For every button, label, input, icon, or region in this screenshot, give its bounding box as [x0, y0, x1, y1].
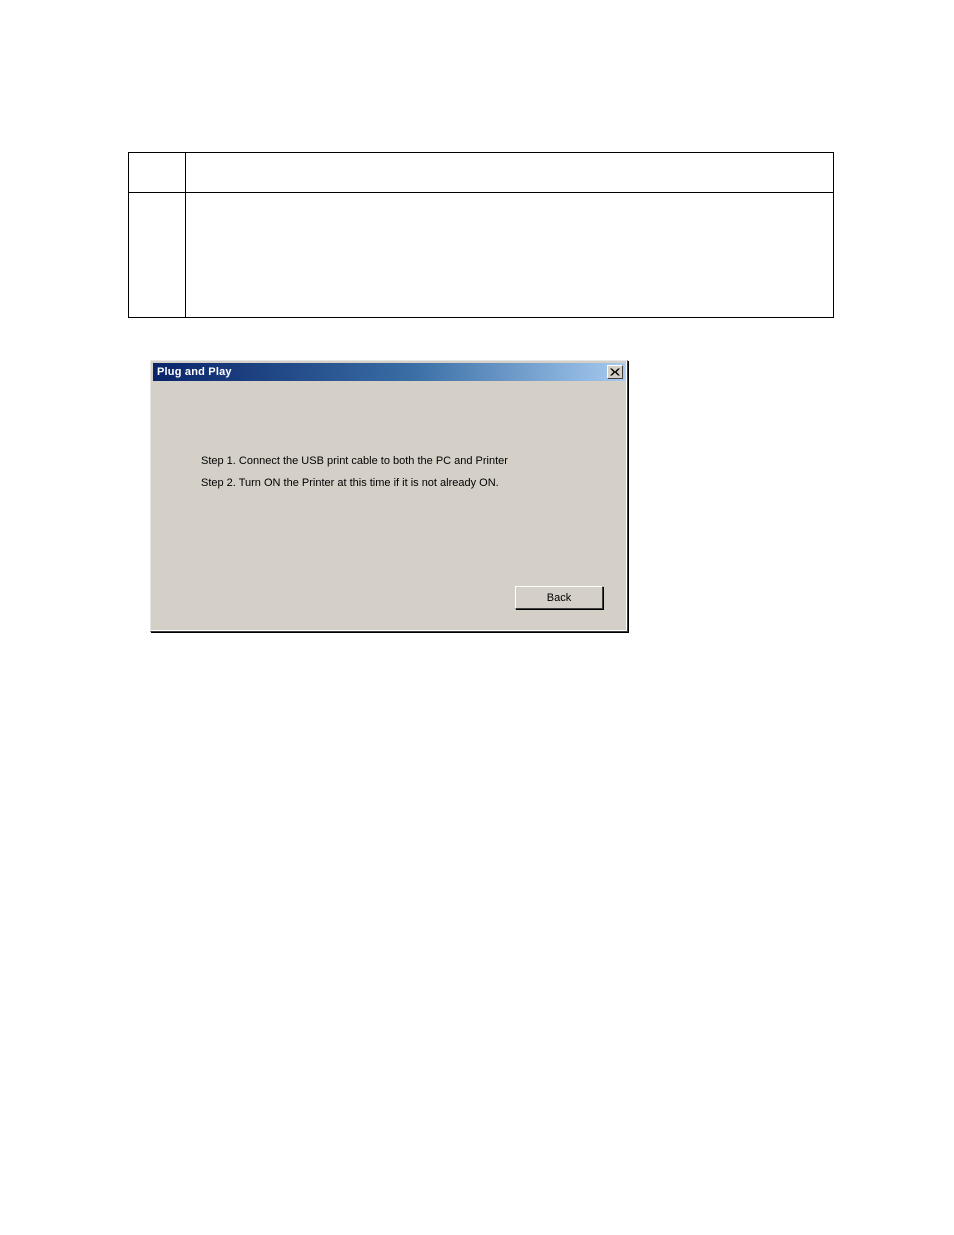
back-button[interactable]: Back	[515, 586, 603, 609]
back-button-label: Back	[547, 592, 571, 604]
table-column-divider	[185, 153, 186, 317]
dialog-title: Plug and Play	[157, 366, 232, 378]
plug-and-play-dialog: Plug and Play Step 1. Connect the USB pr…	[150, 360, 628, 632]
dialog-content: Step 1. Connect the USB print cable to b…	[201, 455, 607, 499]
close-icon	[610, 368, 620, 376]
close-button[interactable]	[607, 365, 623, 379]
table-header-row	[129, 153, 833, 193]
step-2-text: Step 2. Turn ON the Printer at this time…	[201, 477, 607, 489]
table-region	[128, 152, 834, 318]
step-1-text: Step 1. Connect the USB print cable to b…	[201, 455, 607, 467]
dialog-titlebar: Plug and Play	[153, 363, 625, 381]
